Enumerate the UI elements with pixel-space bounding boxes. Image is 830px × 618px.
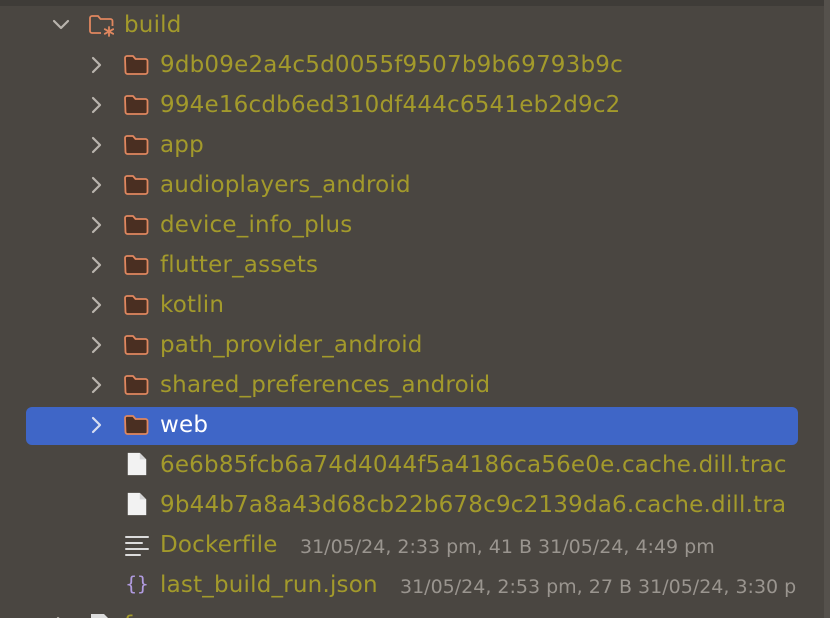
file-icon	[91, 614, 108, 618]
tree-row-folder[interactable]: 9db09e2a4c5d0055f9507b9b69793b9c	[0, 46, 830, 86]
chevron-right-icon[interactable]	[86, 335, 106, 355]
chevron-right-icon[interactable]	[86, 55, 106, 75]
tree-row-label: web	[160, 412, 209, 438]
svg-text:{}: {}	[125, 572, 148, 595]
tree-row-label: kotlin	[160, 292, 225, 318]
tree-row-file[interactable]: {} last_build_run.json 31/05/24, 2:53 pm…	[0, 566, 830, 606]
tree-row-label: device_info_plus	[160, 212, 353, 238]
tree-row-label: f	[124, 610, 132, 618]
chevron-right-icon[interactable]	[86, 295, 106, 315]
chevron-right-icon[interactable]	[86, 175, 106, 195]
file-meta: 31/05/24, 2:33 pm, 41 B 31/05/24, 4:49 p…	[300, 536, 715, 558]
tree-row-folder-partial[interactable]: f	[0, 606, 830, 618]
project-tree-panel: build 9db09e2a4c5d0055f9507b9b69793b9c 9…	[0, 0, 830, 618]
folder-icon	[124, 95, 149, 115]
tree-row-folder-selected[interactable]: web	[0, 407, 830, 447]
folder-icon	[124, 375, 149, 395]
file-icon	[127, 452, 147, 476]
tree-row-label: 9b44b7a8a43d68cb22b678c9c2139da6.cache.d…	[160, 492, 787, 518]
tree-row-build[interactable]: build	[0, 6, 830, 46]
scrollbar-track[interactable]	[824, 0, 830, 618]
folder-icon	[124, 255, 149, 275]
folder-icon	[124, 295, 149, 315]
tree-row-folder[interactable]: 994e16cdb6ed310df444c6541eb2d9c2	[0, 86, 830, 126]
chevron-right-icon[interactable]	[86, 415, 106, 435]
tree-row-label: flutter_assets	[160, 252, 319, 278]
folder-icon	[124, 175, 149, 195]
folder-icon	[124, 215, 149, 235]
tree-row-folder[interactable]: device_info_plus	[0, 206, 830, 246]
tree-row-label: shared_preferences_android	[160, 372, 491, 398]
excluded-folder-icon	[89, 15, 114, 37]
chevron-right-icon[interactable]	[86, 95, 106, 115]
chevron-right-icon[interactable]	[86, 375, 106, 395]
tree-row-label: last_build_run.json	[160, 572, 378, 598]
tree-row-label: path_provider_android	[160, 332, 423, 358]
tree-row-label: app	[160, 132, 204, 158]
tree-row-file[interactable]: 6e6b85fcb6a74d4044f5a4186ca56e0e.cache.d…	[0, 446, 830, 486]
chevron-right-icon[interactable]	[86, 135, 106, 155]
tree-row-folder[interactable]: flutter_assets	[0, 246, 830, 286]
tree-row-folder[interactable]: shared_preferences_android	[0, 366, 830, 406]
tree-row-label: audioplayers_android	[160, 172, 411, 198]
tree-row-label: 6e6b85fcb6a74d4044f5a4186ca56e0e.cache.d…	[160, 452, 787, 478]
file-meta: 31/05/24, 2:53 pm, 27 B 31/05/24, 3:30 p	[400, 576, 797, 598]
tree-row-label: 9db09e2a4c5d0055f9507b9b69793b9c	[160, 52, 623, 78]
file-icon	[127, 492, 147, 516]
tree-row-file[interactable]: 9b44b7a8a43d68cb22b678c9c2139da6.cache.d…	[0, 486, 830, 526]
folder-icon	[124, 55, 149, 75]
tree-row-label: Dockerfile	[160, 532, 278, 558]
chevron-right-icon[interactable]	[86, 255, 106, 275]
json-file-icon: {}	[125, 572, 148, 595]
tree-row-folder[interactable]: app	[0, 126, 830, 166]
tree-row-label: build	[124, 12, 182, 38]
tree-row-folder[interactable]: audioplayers_android	[0, 166, 830, 206]
folder-icon	[124, 335, 149, 355]
tree-row-folder[interactable]: path_provider_android	[0, 326, 830, 366]
chevron-down-icon[interactable]	[51, 15, 71, 35]
tree-row-folder[interactable]: kotlin	[0, 286, 830, 326]
tree-row-file[interactable]: Dockerfile 31/05/24, 2:33 pm, 41 B 31/05…	[0, 526, 830, 566]
tree-row-label: 994e16cdb6ed310df444c6541eb2d9c2	[160, 92, 621, 118]
chevron-right-icon[interactable]	[86, 215, 106, 235]
folder-icon	[124, 135, 149, 155]
folder-icon	[124, 415, 149, 435]
text-file-icon	[125, 536, 149, 556]
